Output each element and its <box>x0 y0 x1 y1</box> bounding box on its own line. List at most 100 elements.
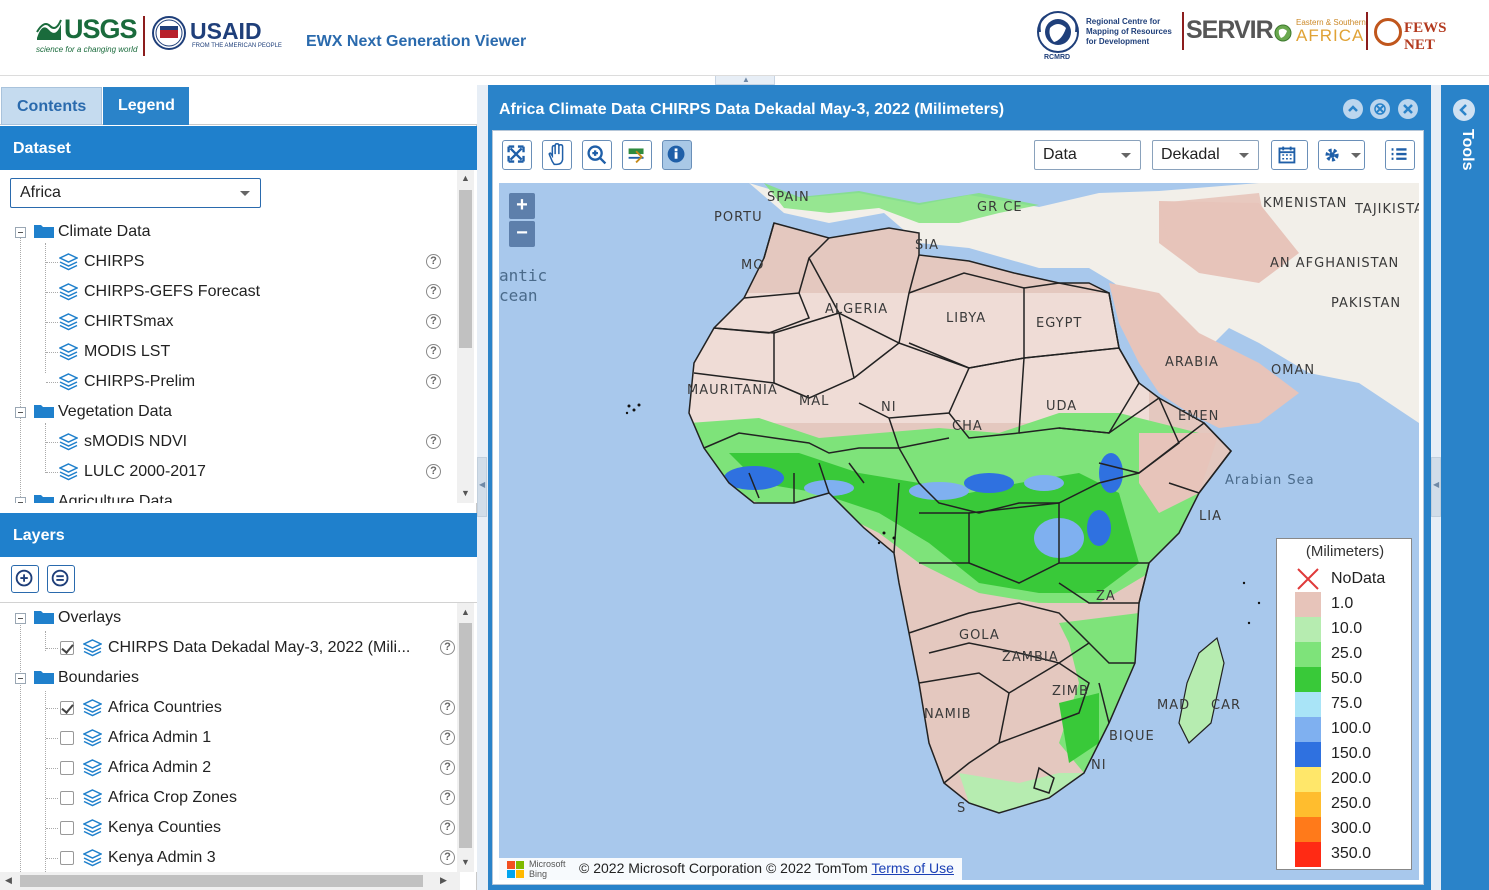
scroll-down-icon[interactable]: ▼ <box>461 488 470 498</box>
tab-contents[interactable]: Contents <box>1 87 102 125</box>
help-icon[interactable]: ? <box>440 790 455 805</box>
collapse-icon[interactable] <box>15 407 26 418</box>
tree-guide <box>46 768 58 769</box>
swipe-tool-button[interactable] <box>622 140 652 170</box>
help-icon[interactable]: ? <box>440 820 455 835</box>
tree-folder-climate-data[interactable]: Climate Data <box>0 217 460 247</box>
map-legend: (Milimeters) NoData 1.0 10.0 25.0 50.0 75.0 10… <box>1276 538 1412 870</box>
zoom-tool-button[interactable] <box>582 140 612 170</box>
help-icon[interactable]: ? <box>440 640 455 655</box>
attribution-text: © 2022 Microsoft Corporation © 2022 TomT… <box>579 860 868 876</box>
layer-row-chirps-data[interactable]: CHIRPS Data Dekadal May-3, 2022 (Mili...… <box>0 633 460 663</box>
layer-visibility-checkbox[interactable] <box>60 851 74 865</box>
tree-folder-boundaries[interactable]: Boundaries <box>0 663 460 693</box>
scroll-thumb[interactable] <box>459 623 472 848</box>
tree-guide <box>46 472 58 473</box>
legend-item: 100.0 <box>1295 717 1405 742</box>
pan-button[interactable] <box>542 140 572 170</box>
help-icon[interactable]: ? <box>440 760 455 775</box>
servir-logo[interactable]: SERVIR Eastern & Southern AFRICA <box>1186 14 1366 48</box>
scroll-down-icon[interactable]: ▼ <box>461 857 470 867</box>
identify-button[interactable] <box>662 140 692 170</box>
tree-layer-smodis-ndvi[interactable]: sMODIS NDVI ? <box>0 427 460 457</box>
layer-visibility-checkbox[interactable] <box>60 701 74 715</box>
layer-row-africa-countries[interactable]: Africa Countries ? <box>0 693 460 723</box>
layers-scrollbar[interactable]: ▲ ▼ <box>457 603 474 872</box>
help-icon[interactable]: ? <box>426 374 441 389</box>
layer-row-africa-crop-zones[interactable]: Africa Crop Zones ? <box>0 783 460 813</box>
layer-visibility-checkbox[interactable] <box>60 821 74 835</box>
map-label-sudan: UDA <box>1046 399 1077 414</box>
help-icon[interactable]: ? <box>426 314 441 329</box>
collapse-all-button[interactable] <box>47 565 75 593</box>
tree-layer-chirps-gefs[interactable]: CHIRPS-GEFS Forecast ? <box>0 277 460 307</box>
tree-layer-modis-lst[interactable]: MODIS LST ? <box>0 337 460 367</box>
fews-net-logo[interactable]: FEWS NET <box>1372 16 1472 53</box>
data-type-select[interactable]: Data <box>1034 140 1141 170</box>
help-icon[interactable]: ? <box>426 434 441 449</box>
close-window-button[interactable] <box>1398 99 1418 119</box>
scroll-thumb[interactable] <box>459 190 472 348</box>
collapse-icon[interactable] <box>15 613 26 624</box>
help-icon[interactable]: ? <box>426 344 441 359</box>
layer-visibility-checkbox[interactable] <box>60 791 74 805</box>
layer-visibility-checkbox[interactable] <box>60 731 74 745</box>
scroll-thumb[interactable] <box>20 875 423 887</box>
layer-row-africa-admin-2[interactable]: Africa Admin 2 ? <box>0 753 460 783</box>
tools-expand-button[interactable] <box>1453 99 1475 121</box>
tree-folder-agriculture-data[interactable]: Agriculture Data <box>0 487 460 503</box>
legend-item: 300.0 <box>1295 817 1405 842</box>
scroll-up-icon[interactable]: ▲ <box>461 607 470 617</box>
panel-splitter[interactable]: ◀ <box>477 85 488 890</box>
layer-visibility-checkbox[interactable] <box>60 641 74 655</box>
dataset-scrollbar[interactable]: ▲ ▼ <box>457 170 474 503</box>
tree-layer-chirps-prelim[interactable]: CHIRPS-Prelim ? <box>0 367 460 397</box>
terms-of-use-link[interactable]: Terms of Use <box>871 860 953 876</box>
splitter-grip[interactable]: ◀ <box>477 457 487 517</box>
tree-layer-chirps[interactable]: CHIRPS ? <box>0 247 460 277</box>
layer-visibility-checkbox[interactable] <box>60 761 74 775</box>
scroll-left-icon[interactable]: ◀ <box>5 875 12 886</box>
help-icon[interactable]: ? <box>440 850 455 865</box>
full-extent-button[interactable] <box>502 140 532 170</box>
help-icon[interactable]: ? <box>426 464 441 479</box>
map-canvas[interactable]: PORTU SPAIN GR CE SIA MO ALGERIA LIBYA E… <box>499 183 1419 880</box>
tree-folder-overlays[interactable]: Overlays <box>0 603 460 633</box>
usgs-tagline: science for a changing world <box>36 45 138 54</box>
expand-all-button[interactable] <box>11 565 39 593</box>
zoom-out-button[interactable]: − <box>509 221 535 247</box>
restore-window-button[interactable] <box>1370 99 1390 119</box>
help-icon[interactable]: ? <box>426 254 441 269</box>
header-collapse-handle[interactable]: ▲ <box>715 75 775 85</box>
tree-guide <box>46 292 58 293</box>
layers-hscrollbar[interactable]: ◀ ▶ <box>0 872 460 890</box>
calendar-button[interactable] <box>1271 140 1308 170</box>
tools-toggle[interactable]: Tools <box>1441 85 1489 890</box>
tab-legend[interactable]: Legend <box>103 87 189 125</box>
period-select[interactable]: Dekadal <box>1152 140 1259 170</box>
rcmrd-logo[interactable]: Regional Centre for Mapping of Resources… <box>1034 8 1179 64</box>
map-label-tajikistan: TAJIKISTA <box>1354 202 1419 217</box>
region-select[interactable]: Africa <box>10 178 261 208</box>
layer-row-kenya-admin-3[interactable]: Kenya Admin 3 ? <box>0 843 460 872</box>
layer-list-button[interactable] <box>1385 140 1415 170</box>
settings-button[interactable] <box>1318 140 1365 170</box>
collapse-icon[interactable] <box>15 497 26 503</box>
tree-layer-chirtsmax[interactable]: CHIRTSmax ? <box>0 307 460 337</box>
tools-splitter-grip[interactable]: ◀ <box>1431 457 1441 517</box>
collapse-icon[interactable] <box>15 227 26 238</box>
zoom-in-button[interactable]: + <box>509 193 535 219</box>
scroll-up-icon[interactable]: ▲ <box>461 173 470 183</box>
help-icon[interactable]: ? <box>426 284 441 299</box>
help-icon[interactable]: ? <box>440 730 455 745</box>
tree-folder-vegetation-data[interactable]: Vegetation Data <box>0 397 460 427</box>
usaid-logo[interactable]: USAID FROM THE AMERICAN PEOPLE <box>152 16 282 56</box>
collapse-window-button[interactable] <box>1343 99 1363 119</box>
collapse-icon[interactable] <box>15 673 26 684</box>
usgs-logo[interactable]: USGS science for a changing world <box>36 14 138 56</box>
scroll-right-icon[interactable]: ▶ <box>440 875 447 886</box>
layer-row-kenya-counties[interactable]: Kenya Counties ? <box>0 813 460 843</box>
tree-layer-lulc[interactable]: LULC 2000-2017 ? <box>0 457 460 487</box>
help-icon[interactable]: ? <box>440 700 455 715</box>
layer-row-africa-admin-1[interactable]: Africa Admin 1 ? <box>0 723 460 753</box>
